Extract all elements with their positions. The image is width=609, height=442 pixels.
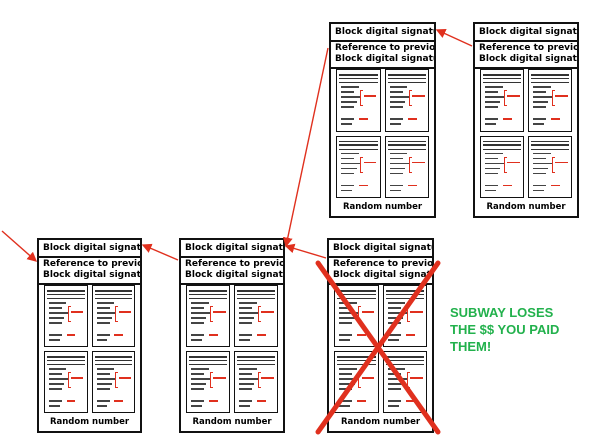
arrow-block5-to-block4 — [435, 29, 473, 47]
caption: SUBWAY LOSES THE $$ YOU PAID THEM! — [450, 304, 600, 355]
caption-line-3: THEM! — [450, 339, 492, 354]
caption-line-1: SUBWAY LOSES — [450, 305, 554, 320]
arrow-block2-to-block1 — [141, 243, 179, 261]
caption-line-2: THE $$ YOU PAID — [450, 322, 560, 337]
arrow-incoming — [1, 230, 38, 262]
arrow-block3-to-block2 — [284, 243, 327, 259]
arrow-block4-to-block2 — [282, 47, 329, 248]
chain-arrows — [1, 29, 473, 435]
invalid-cross — [315, 260, 441, 435]
